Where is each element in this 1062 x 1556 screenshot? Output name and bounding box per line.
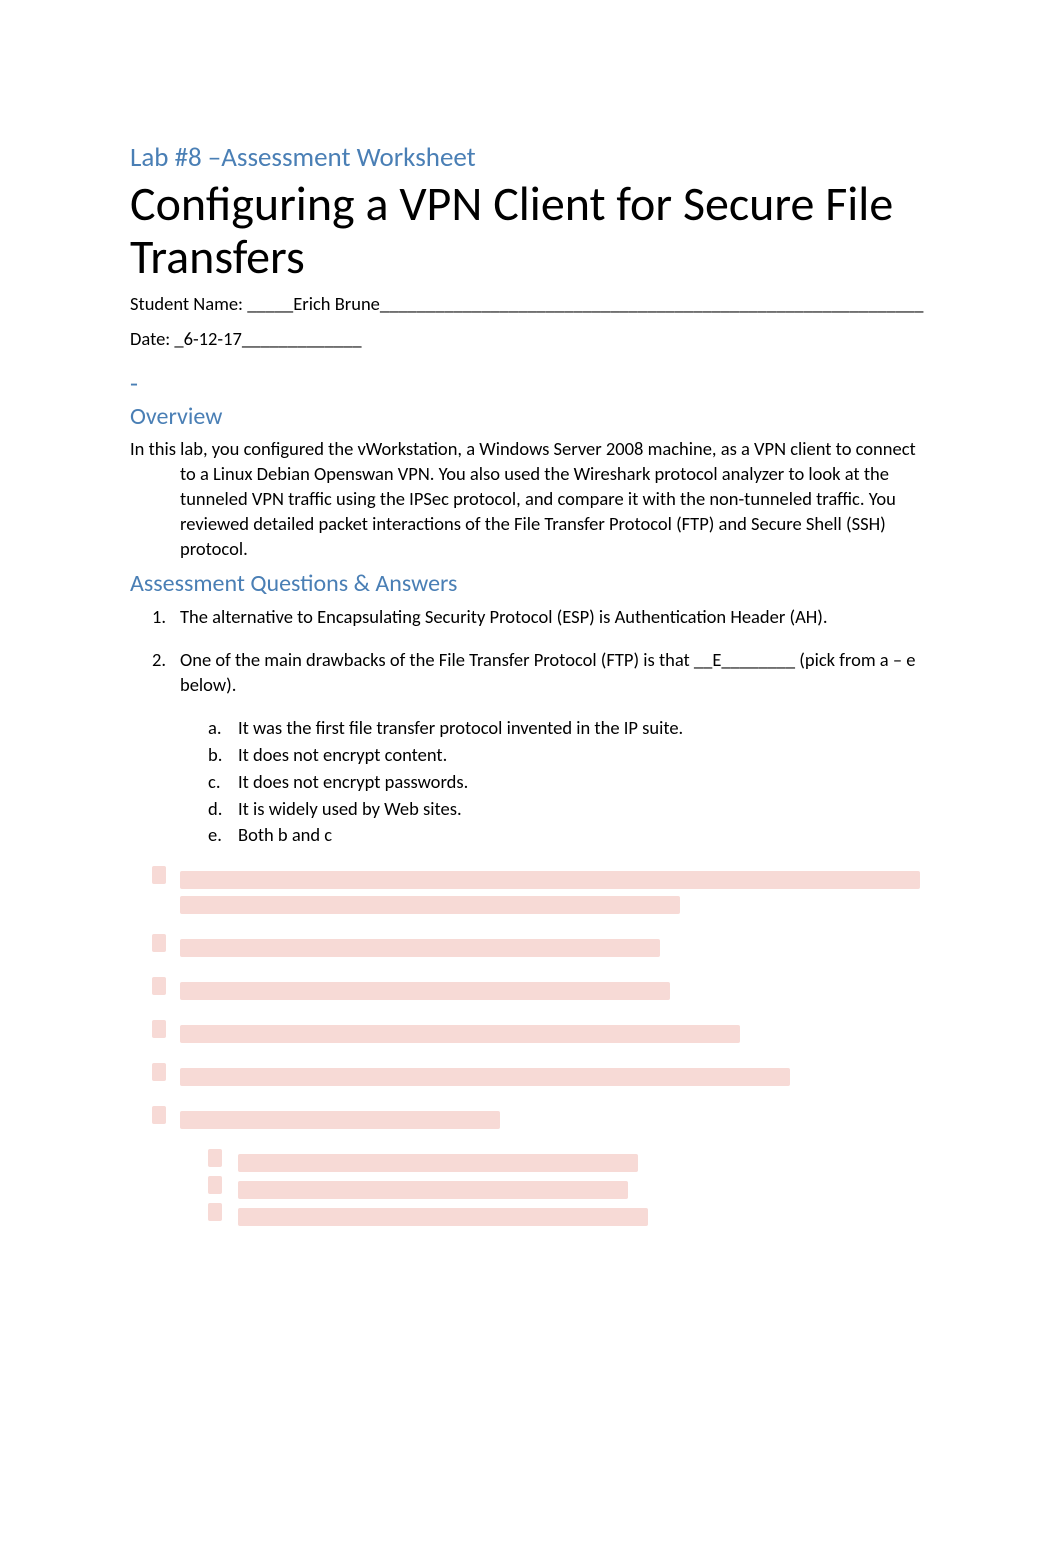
option-letter: d. [208, 797, 222, 822]
redacted-number [152, 1106, 166, 1124]
option-text: It does not encrypt content. [238, 743, 447, 766]
redacted-option [130, 1176, 932, 1201]
option-item: d. It is widely used by Web sites. [238, 797, 932, 822]
redacted-question [130, 866, 932, 916]
date-line: Date: _6-12-17_____________ [130, 327, 932, 352]
question-number: 2. [152, 648, 166, 673]
option-text: It was the first file transfer protocol … [238, 716, 683, 739]
question-item: 2. One of the main drawbacks of the File… [180, 648, 932, 849]
option-letter: a. [208, 716, 222, 741]
question-item: 1. The alternative to Encapsulating Secu… [180, 605, 932, 630]
redacted-text [238, 1208, 648, 1226]
redacted-letter [208, 1176, 222, 1194]
option-item: b. It does not encrypt content. [238, 743, 932, 768]
redacted-text [180, 896, 680, 914]
redacted-question [130, 977, 932, 1002]
option-item: a. It was the first file transfer protoc… [238, 716, 932, 741]
option-letter: b. [208, 743, 222, 768]
redacted-option [130, 1203, 932, 1228]
lab-subtitle: Lab #8 –Assessment Worksheet [130, 140, 932, 176]
option-item: e. Both b and c [238, 823, 932, 848]
redacted-text [180, 1068, 790, 1086]
redacted-question [130, 1020, 932, 1045]
redacted-number [152, 1063, 166, 1081]
redacted-text [180, 939, 660, 957]
redacted-text [180, 1025, 740, 1043]
redacted-text [238, 1181, 628, 1199]
question-text: The alternative to Encapsulating Securit… [180, 605, 828, 628]
option-text: It is widely used by Web sites. [238, 797, 462, 820]
option-text: It does not encrypt passwords. [238, 770, 468, 793]
redacted-option [130, 1149, 932, 1174]
option-letter: c. [208, 770, 221, 795]
redacted-text [180, 1111, 500, 1129]
redacted-text [180, 982, 670, 1000]
redacted-number [152, 866, 166, 884]
assessment-heading: Assessment Questions & Answers [130, 568, 932, 600]
overview-text: In this lab, you configured the vWorksta… [130, 437, 932, 562]
option-letter: e. [208, 823, 222, 848]
redacted-block [130, 866, 932, 1228]
redacted-question [130, 1063, 932, 1088]
option-item: c. It does not encrypt passwords. [238, 770, 932, 795]
question-text: One of the main drawbacks of the File Tr… [180, 648, 915, 696]
overview-heading: Overview [130, 401, 932, 433]
question-number: 1. [152, 605, 166, 630]
lab-title: Configuring a VPN Client for Secure File… [130, 178, 932, 284]
redacted-question [130, 1106, 932, 1131]
redacted-letter [208, 1203, 222, 1221]
options-list: a. It was the first file transfer protoc… [180, 716, 932, 849]
student-name-line: Student Name: _____Erich Brune__________… [130, 292, 932, 317]
redacted-number [152, 934, 166, 952]
redacted-number [152, 977, 166, 995]
dash-separator: - [130, 366, 932, 401]
redacted-number [152, 1020, 166, 1038]
redacted-question [130, 934, 932, 959]
option-text: Both b and c [238, 823, 332, 846]
redacted-text [180, 871, 920, 889]
redacted-text [238, 1154, 638, 1172]
question-list: 1. The alternative to Encapsulating Secu… [130, 605, 932, 849]
redacted-letter [208, 1149, 222, 1167]
